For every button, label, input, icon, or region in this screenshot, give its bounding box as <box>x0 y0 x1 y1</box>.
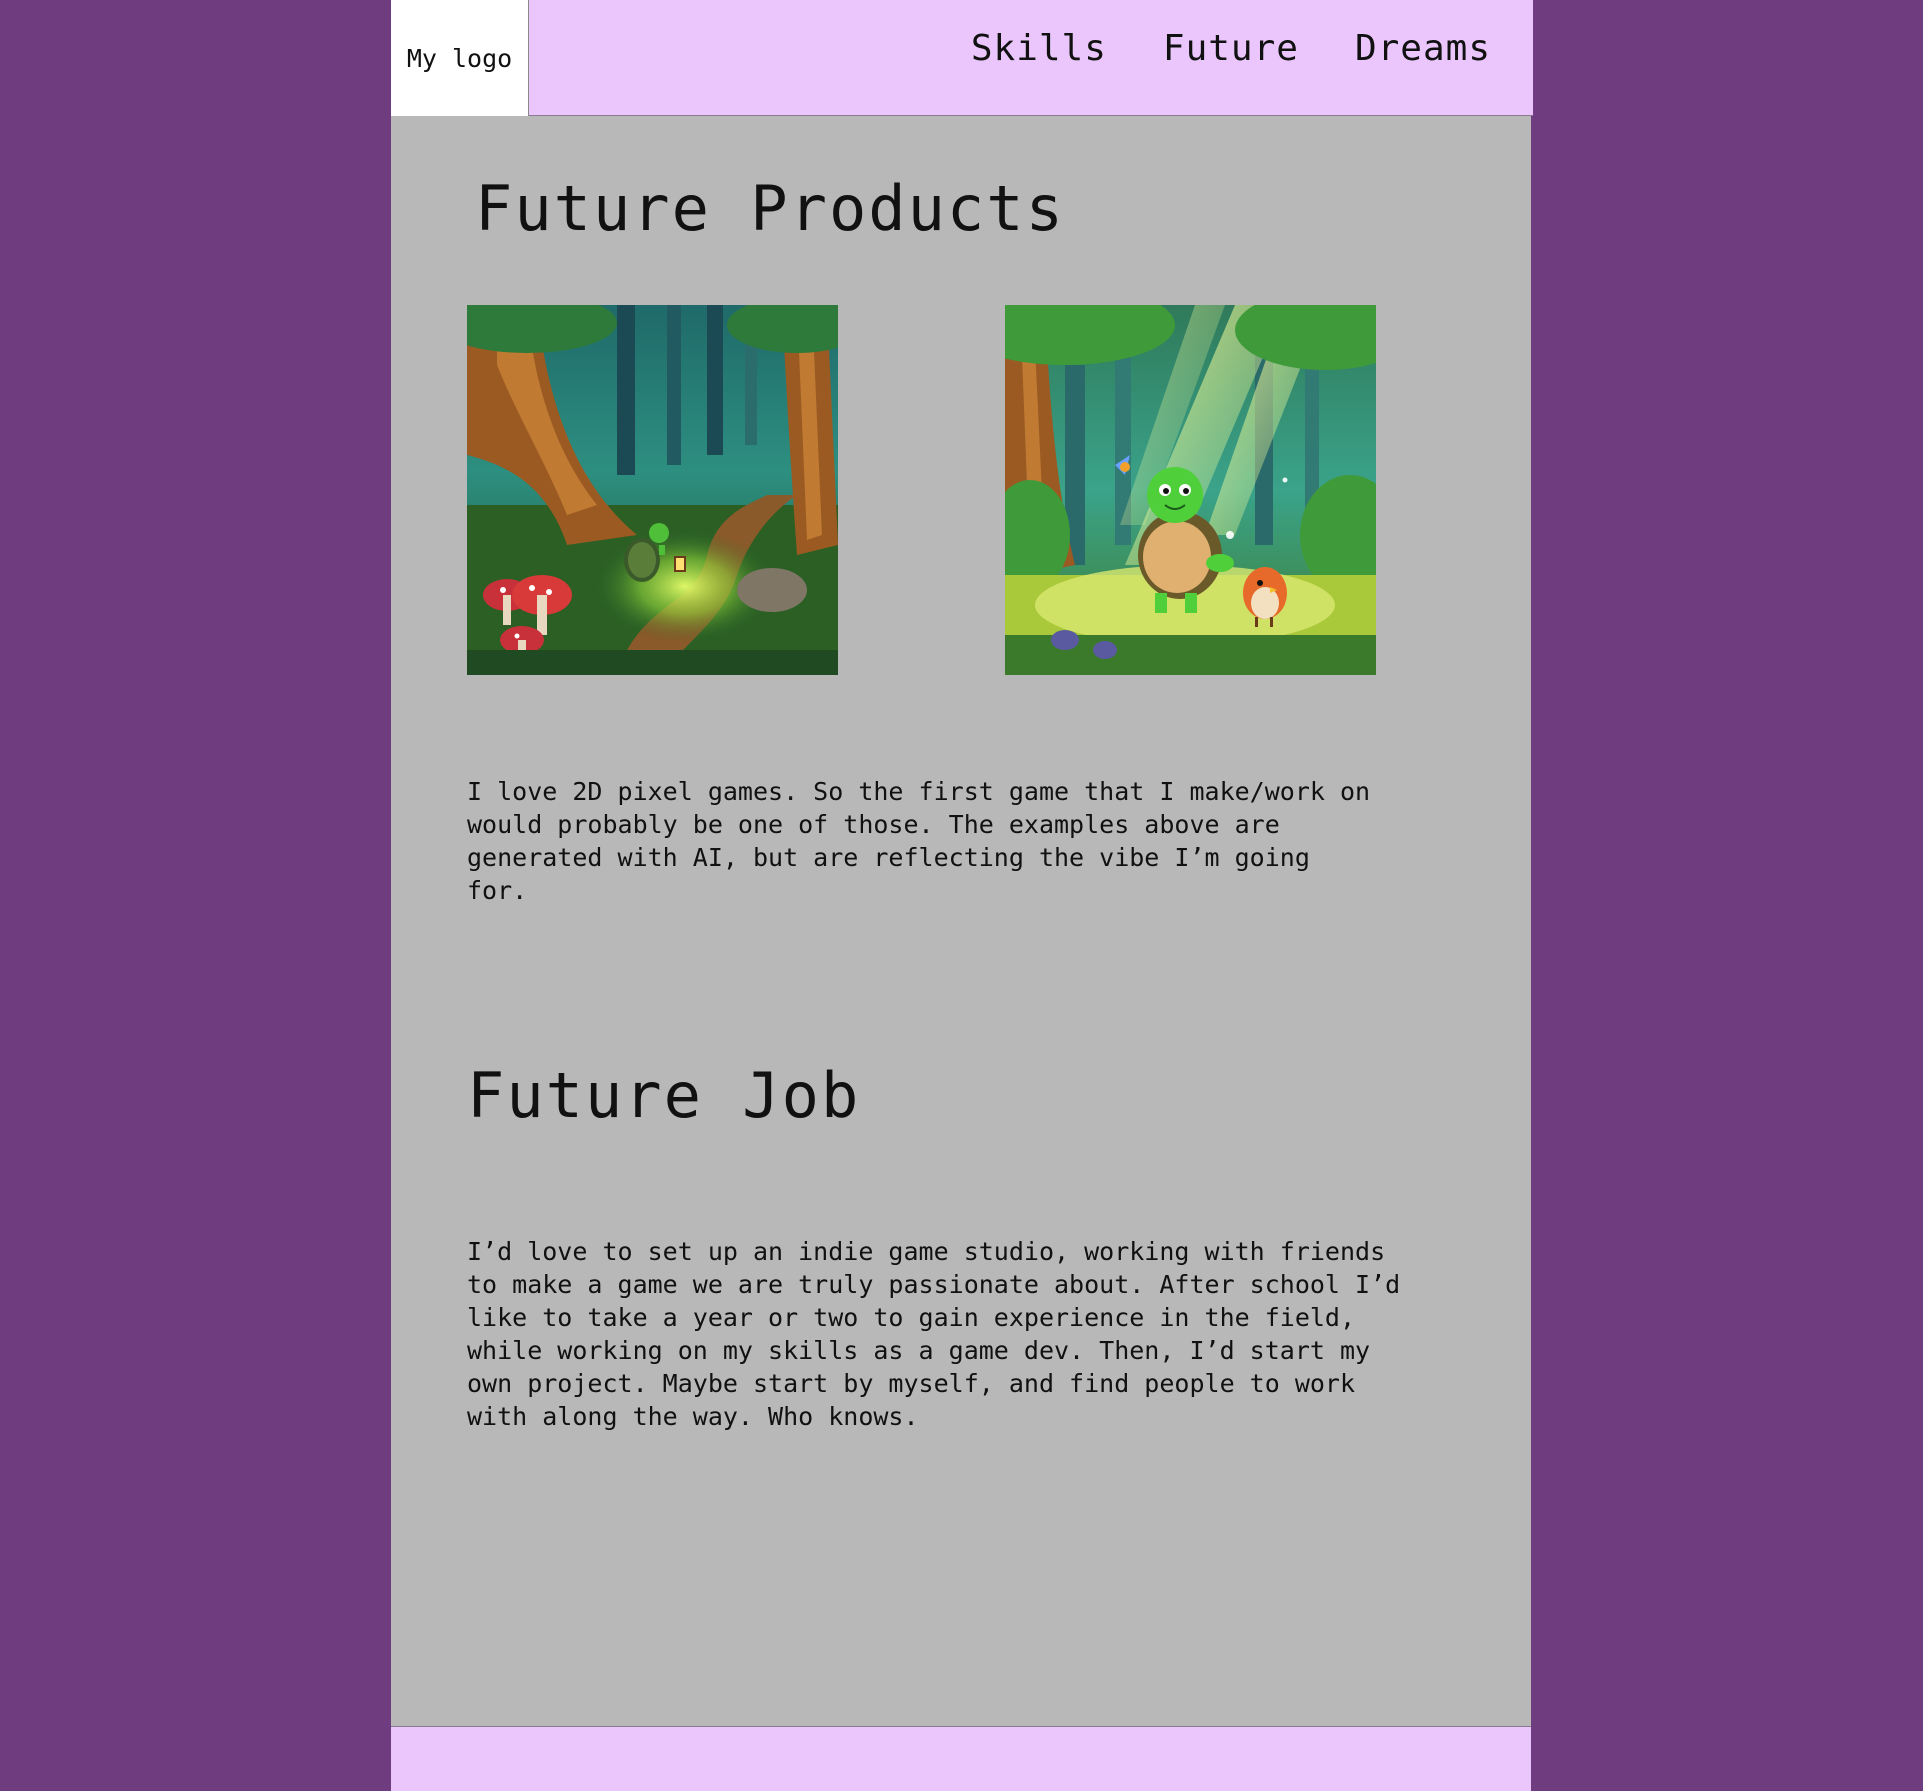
nav-link-skills[interactable]: Skills <box>971 28 1107 69</box>
nav-link-dreams[interactable]: Dreams <box>1355 28 1491 69</box>
forest-path-illustration <box>467 305 838 675</box>
header: My logo Skills Future Dreams <box>391 0 1533 116</box>
logo[interactable]: My logo <box>391 0 529 116</box>
main-nav: Skills Future Dreams <box>971 28 1491 69</box>
forest-clearing-illustration <box>1005 305 1376 675</box>
future-products-description: I love 2D pixel games. So the first game… <box>467 777 1371 905</box>
future-products-heading: Future Products <box>475 172 1065 245</box>
pixel-art-image-forest-path <box>467 305 838 675</box>
future-job-description: I’d love to set up an indie game studio,… <box>467 1237 1401 1431</box>
nav-link-future[interactable]: Future <box>1163 28 1299 69</box>
future-job-heading: Future Job <box>467 1059 861 1132</box>
pixel-art-image-forest-clearing <box>1005 305 1376 675</box>
footer <box>391 1726 1531 1791</box>
main-content: Future Products I love 2D pixel games. S… <box>391 116 1531 1726</box>
page: My logo Skills Future Dreams Future Prod… <box>391 0 1533 1791</box>
